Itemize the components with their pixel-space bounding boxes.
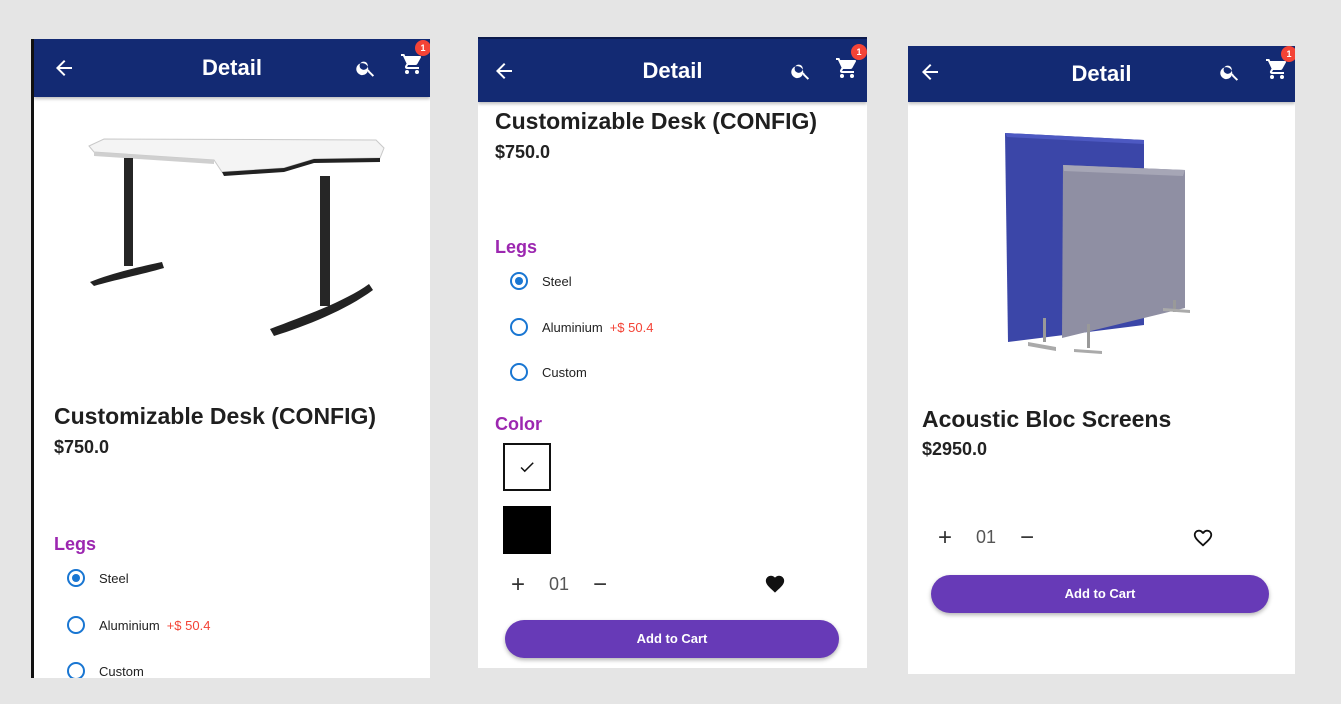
shopping-cart-icon[interactable] (835, 56, 859, 80)
product-image-desk (88, 138, 385, 336)
legs-section-label: Legs (54, 534, 97, 554)
product-title: Customizable Desk (CONFIG) (495, 108, 818, 134)
legs-option-aluminium[interactable]: Aluminium +$ 50.4 (510, 318, 653, 336)
color-swatch-black[interactable] (503, 506, 551, 554)
option-label: Steel (99, 570, 129, 586)
radio-button[interactable] (510, 318, 528, 336)
option-label: Aluminium (542, 319, 603, 335)
app-bar: Detail 1 (34, 39, 430, 97)
color-swatch-white[interactable] (503, 443, 551, 491)
legs-option-steel[interactable]: Steel (510, 272, 572, 290)
legs-option-aluminium[interactable]: Aluminium +$ 50.4 (67, 616, 210, 634)
product-price: $750.0 (495, 142, 551, 162)
color-section-label: Color (495, 414, 542, 434)
radio-button[interactable] (67, 616, 85, 634)
option-label: Custom (542, 364, 587, 380)
minus-icon[interactable]: − (1016, 525, 1038, 549)
cart-badge: 1 (1281, 46, 1295, 62)
option-label: Custom (99, 663, 144, 679)
cart-badge: 1 (851, 44, 867, 60)
option-label: Steel (542, 273, 572, 289)
screen-desk-detail-top: Detail 1 Customizable Desk (CONFIG) $750… (31, 39, 430, 678)
legs-section-label: Legs (495, 237, 538, 257)
add-to-cart-button[interactable]: Add to Cart (505, 620, 839, 658)
legs-option-steel[interactable]: Steel (67, 569, 129, 587)
search-icon[interactable] (1219, 61, 1241, 83)
plus-icon[interactable]: + (507, 572, 529, 596)
plus-icon[interactable]: + (934, 525, 956, 549)
minus-icon[interactable]: − (589, 572, 611, 596)
heart-icon[interactable] (1192, 527, 1214, 549)
product-title: Customizable Desk (CONFIG) (54, 403, 377, 429)
heart-icon[interactable] (764, 573, 786, 595)
quantity-stepper: + 01 − (507, 572, 611, 596)
search-icon[interactable] (355, 57, 377, 79)
radio-button-selected[interactable] (510, 272, 528, 290)
screen-desk-detail-scrolled: Detail 1 Customizable Desk (CONFIG) $750… (478, 37, 867, 668)
search-icon[interactable] (790, 60, 812, 82)
product-price: $2950.0 (922, 439, 988, 459)
radio-button-selected[interactable] (67, 569, 85, 587)
radio-button[interactable] (510, 363, 528, 381)
quantity-value: 01 (549, 574, 570, 594)
option-label: Aluminium (99, 617, 160, 633)
check-icon (520, 462, 534, 473)
add-to-cart-button[interactable]: Add to Cart (931, 575, 1269, 613)
option-extra-price: +$ 50.4 (166, 617, 211, 633)
quantity-stepper: + 01 − (934, 525, 1038, 549)
legs-option-custom[interactable]: Custom (67, 662, 144, 678)
legs-option-custom[interactable]: Custom (510, 363, 587, 381)
app-bar: Detail 1 (908, 46, 1295, 102)
app-bar: Detail 1 (478, 37, 867, 102)
product-image-acoustic-screens (1005, 133, 1190, 354)
product-title: Acoustic Bloc Screens (922, 406, 1172, 432)
radio-button[interactable] (67, 662, 85, 678)
product-price: $750.0 (54, 437, 110, 457)
screen-acoustic-screens-detail: Detail 1 Acoustic Bloc Screens $2950.0 +… (908, 46, 1295, 674)
option-extra-price: +$ 50.4 (609, 319, 654, 335)
cart-badge: 1 (415, 40, 430, 56)
quantity-value: 01 (976, 527, 997, 547)
